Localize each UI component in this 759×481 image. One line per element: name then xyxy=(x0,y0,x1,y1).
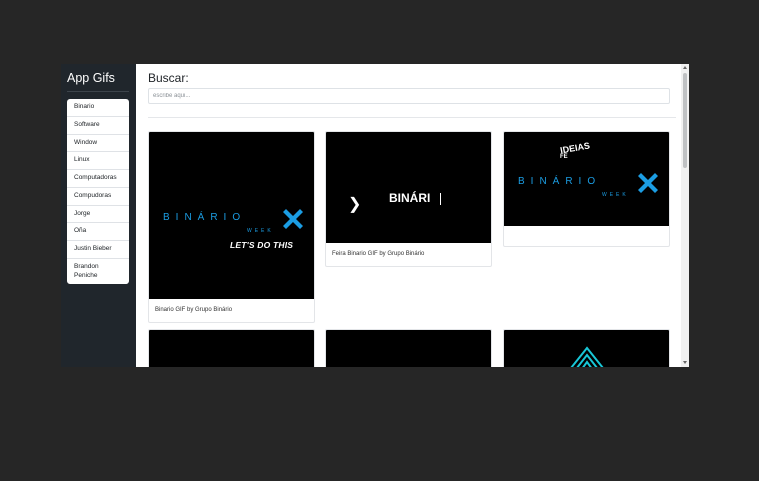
gif-brand-text: BINÁRI xyxy=(389,191,431,205)
gif-brand-text: BINÁRIO xyxy=(163,212,247,223)
text-cursor-icon xyxy=(440,193,441,205)
gif-card[interactable]: ❯ BINÁRI Feira Binario GIF by Grupo Biná… xyxy=(325,131,492,268)
gif-caption: Binario GIF by Grupo Binário xyxy=(155,307,233,313)
gif-brand-text: BINÁRIO xyxy=(518,176,602,187)
gif-image xyxy=(504,330,669,367)
gif-caption xyxy=(504,226,669,246)
x-cross-icon xyxy=(283,209,303,229)
scroll-thumb[interactable] xyxy=(683,73,687,168)
app-window: App Gifs Binario Software Window Linux C… xyxy=(61,64,689,367)
triangle-logo-icon xyxy=(570,346,604,367)
scrollbar[interactable] xyxy=(681,64,689,367)
sidebar-item-justin-bieber[interactable]: Justin Bieber xyxy=(67,241,129,259)
brand-divider xyxy=(67,91,129,92)
sidebar-item-brandon-peniche[interactable]: Brandon Peniche xyxy=(67,259,129,285)
gif-tagline: LET'S DO THIS xyxy=(230,240,294,250)
sidebar-item-window[interactable]: Window xyxy=(67,135,129,153)
gif-card[interactable]: IDEIAS FE BINÁRIO WEEK xyxy=(503,131,670,247)
search-input[interactable] xyxy=(148,88,670,104)
gif-week-text: WEEK xyxy=(602,192,629,198)
sidebar-item-jorge[interactable]: Jorge xyxy=(67,206,129,224)
gif-image: BINÁRIO WEEK LET'S DO THIS xyxy=(149,132,314,299)
category-list: Binario Software Window Linux Computador… xyxy=(67,99,129,285)
main-content: Buscar: BINÁRIO WEEK LET'S DO THIS Binar… xyxy=(136,64,689,367)
sidebar: App Gifs Binario Software Window Linux C… xyxy=(61,64,136,367)
gif-week-text: WEEK xyxy=(247,228,274,234)
sidebar-item-binario[interactable]: Binario xyxy=(67,99,129,117)
gif-image xyxy=(326,330,491,367)
x-cross-icon xyxy=(638,173,658,193)
gif-small-text: FE xyxy=(560,154,568,160)
sidebar-item-linux[interactable]: Linux xyxy=(67,152,129,171)
gif-card[interactable] xyxy=(503,329,670,367)
search-heading: Buscar: xyxy=(148,71,189,85)
gif-card[interactable] xyxy=(325,329,492,367)
gif-image xyxy=(149,330,314,367)
gif-image: ❯ BINÁRI xyxy=(326,132,491,243)
app-title: App Gifs xyxy=(67,71,115,85)
sidebar-item-software[interactable]: Software xyxy=(67,117,129,135)
section-divider xyxy=(148,117,676,118)
gif-image: IDEIAS FE BINÁRIO WEEK xyxy=(504,132,669,226)
chevron-right-icon: ❯ xyxy=(348,196,362,213)
gif-card[interactable]: BINÁRIO WEEK LET'S DO THIS Binario GIF b… xyxy=(148,131,315,324)
sidebar-item-ona[interactable]: Oña xyxy=(67,223,129,242)
gif-card[interactable] xyxy=(148,329,315,367)
scroll-down-icon[interactable] xyxy=(683,361,687,364)
sidebar-item-computadoras[interactable]: Computadoras xyxy=(67,170,129,188)
gif-caption: Feira Binario GIF by Grupo Binário xyxy=(332,251,425,257)
scroll-up-icon[interactable] xyxy=(683,66,687,69)
sidebar-item-compudoras[interactable]: Compudoras xyxy=(67,188,129,206)
